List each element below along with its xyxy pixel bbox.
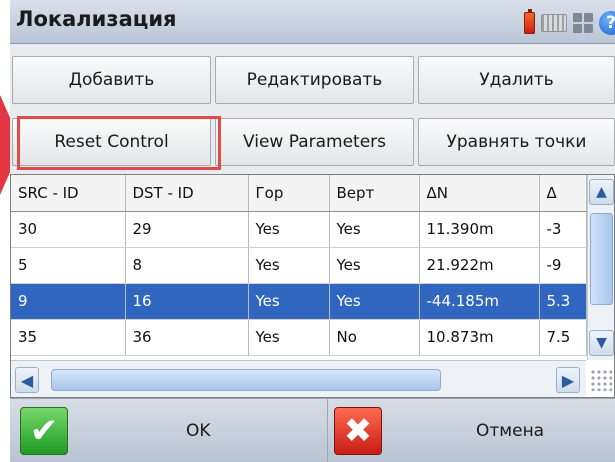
- status-icons: ?: [524, 9, 615, 36]
- table-cell: Yes: [248, 319, 330, 356]
- ok-label: OK: [186, 421, 211, 441]
- column-header[interactable]: DST - ID: [125, 175, 249, 212]
- table-cell: 9: [11, 283, 126, 320]
- table-cell: 5: [11, 247, 126, 284]
- battery-icon[interactable]: [524, 9, 535, 34]
- keyboard-icon[interactable]: [541, 14, 567, 32]
- add-button[interactable]: Добавить: [12, 56, 211, 104]
- chevron-right-icon[interactable]: ▶: [556, 367, 580, 393]
- adjust-points-button[interactable]: Уравнять точки: [418, 118, 615, 166]
- vertical-scroll-thumb[interactable]: [590, 213, 613, 305]
- ok-button[interactable]: ✔ OK: [10, 399, 328, 462]
- table-row-selected[interactable]: 9 16 Yes Yes -44.185m 5.3: [11, 283, 587, 320]
- window-title: Локализация: [16, 7, 177, 31]
- resize-grip-icon: [590, 369, 612, 391]
- table-cell: 35: [11, 319, 126, 356]
- column-header[interactable]: Δ: [539, 175, 587, 212]
- highlight-frame: [17, 116, 221, 170]
- table-cell: -3: [539, 211, 587, 248]
- chevron-up-icon[interactable]: ▲: [589, 179, 614, 205]
- table-row[interactable]: 30 29 Yes Yes 11.390m -3: [11, 211, 587, 248]
- view-parameters-button[interactable]: View Parameters: [215, 118, 414, 166]
- table-cell: Yes: [248, 247, 330, 284]
- table-cell: 10.873m: [419, 319, 540, 356]
- chevron-down-icon[interactable]: ▼: [589, 330, 614, 356]
- table-header-row: SRC - ID DST - ID Гор Верт ΔN Δ: [11, 175, 587, 212]
- column-header[interactable]: ΔN: [419, 175, 540, 212]
- table-cell: 5.3: [539, 283, 587, 320]
- table-cell: -9: [539, 247, 587, 284]
- table-row[interactable]: 35 36 Yes No 10.873m 7.5: [11, 319, 587, 356]
- grid-icon[interactable]: [573, 13, 593, 33]
- table-cell: Yes: [329, 283, 420, 320]
- table-cell: Yes: [329, 247, 420, 284]
- table-cell: Yes: [248, 211, 330, 248]
- column-header[interactable]: Гор: [248, 175, 330, 212]
- cancel-button[interactable]: ✖ Отмена: [328, 399, 615, 462]
- table-cell: 29: [125, 211, 249, 248]
- table-cell: Yes: [248, 283, 330, 320]
- app-window: Локализация ? Добавить Редактировать Уда…: [10, 0, 615, 462]
- delete-button[interactable]: Удалить: [418, 56, 615, 104]
- table-cell: No: [329, 319, 420, 356]
- cancel-label: Отмена: [476, 421, 545, 441]
- table-row[interactable]: 5 8 Yes Yes 21.922m -9: [11, 247, 587, 284]
- horizontal-scroll-thumb[interactable]: [51, 369, 441, 391]
- points-table: SRC - ID DST - ID Гор Верт ΔN Δ 30 29 Ye…: [10, 174, 615, 398]
- bottom-bar: ✔ OK ✖ Отмена: [10, 398, 615, 462]
- vertical-scrollbar[interactable]: ▲ ▼: [587, 175, 614, 360]
- column-header[interactable]: SRC - ID: [11, 175, 126, 212]
- table-cell: 8: [125, 247, 249, 284]
- title-bar: Локализация ?: [10, 0, 615, 44]
- table-cell: 11.390m: [419, 211, 540, 248]
- table-cell: 21.922m: [419, 247, 540, 284]
- column-header[interactable]: Верт: [329, 175, 420, 212]
- horizontal-scrollbar[interactable]: ◀ ▶: [11, 360, 586, 397]
- help-icon[interactable]: ?: [599, 11, 615, 35]
- table-cell: 7.5: [539, 319, 587, 356]
- table-cell: 16: [125, 283, 249, 320]
- table-cell: -44.185m: [419, 283, 540, 320]
- cancel-x-icon: ✖: [334, 407, 382, 455]
- table-cell: 30: [11, 211, 126, 248]
- table-cell: Yes: [329, 211, 420, 248]
- table-cell: 36: [125, 319, 249, 356]
- check-icon: ✔: [20, 407, 68, 455]
- chevron-left-icon[interactable]: ◀: [15, 367, 39, 393]
- edit-button[interactable]: Редактировать: [215, 56, 414, 104]
